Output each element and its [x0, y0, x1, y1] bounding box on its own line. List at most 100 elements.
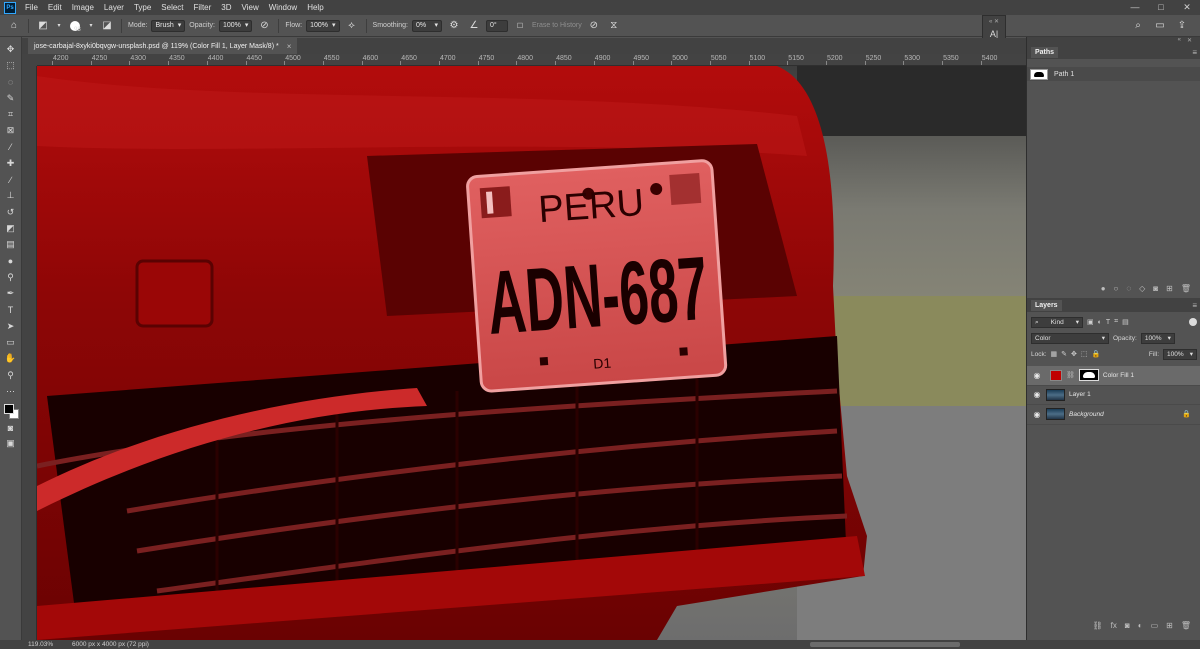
history-brush-tool-icon[interactable]: ↺	[2, 204, 20, 220]
lock-transparent-icon[interactable]: ▦	[1051, 350, 1058, 358]
symmetry-icon[interactable]: ⧖	[606, 18, 622, 34]
healing-brush-tool-icon[interactable]: ✚	[2, 155, 20, 171]
chevron-down-icon[interactable]: ▾	[55, 18, 63, 34]
erase-history-checkbox[interactable]: ☐	[512, 18, 528, 34]
tab-paths[interactable]: Paths	[1031, 46, 1059, 58]
flow-field[interactable]: 100% ▾	[306, 19, 340, 32]
eye-icon[interactable]: ◉	[1032, 410, 1042, 419]
panel-menu-icon[interactable]: ≡	[1192, 48, 1197, 57]
gear-icon[interactable]: ⚙	[446, 18, 462, 34]
crop-tool-icon[interactable]: ⌗	[2, 106, 20, 122]
mode-select[interactable]: Brush ▾	[151, 19, 186, 32]
lock-artboard-icon[interactable]: ⬚	[1081, 350, 1088, 358]
load-selection-icon[interactable]: ◌	[1126, 284, 1131, 293]
screen-mode-icon[interactable]: ▣	[2, 436, 20, 452]
document-canvas[interactable]: PERU ADN-687 D1	[37, 66, 1026, 640]
eraser-tool-icon[interactable]: ◩	[35, 18, 51, 34]
move-tool-icon[interactable]: ✥	[2, 41, 20, 57]
eraser-tool-icon[interactable]: ◩	[2, 220, 20, 236]
adjustment-filter-icon[interactable]: ◐	[1098, 319, 1102, 326]
delete-path-icon[interactable]: 🗑	[1181, 284, 1191, 293]
zoom-level[interactable]: 119.03%	[28, 641, 53, 648]
filter-toggle[interactable]	[1189, 318, 1197, 326]
menu-image[interactable]: Image	[67, 0, 99, 15]
pen-tool-icon[interactable]: ✒	[2, 285, 20, 301]
clone-stamp-tool-icon[interactable]: ⊥	[2, 188, 20, 204]
photoshop-logo-icon[interactable]: Ps	[4, 1, 16, 14]
layer-row-color-fill[interactable]: ◉ ⛓ Color Fill 1	[1027, 366, 1200, 386]
blend-mode-select[interactable]: Color ▾	[1031, 332, 1109, 344]
dodge-tool-icon[interactable]: ⚲	[2, 269, 20, 285]
pressure-opacity-icon[interactable]: ⊘	[256, 18, 272, 34]
airbrush-icon[interactable]: ⟡	[344, 18, 360, 34]
frame-tool-icon[interactable]: ⊠	[2, 122, 20, 138]
layer-name[interactable]: Background	[1069, 411, 1104, 418]
fill-thumbnail[interactable]	[1050, 369, 1062, 381]
foreground-color-swatch[interactable]	[3, 403, 14, 414]
horizontal-ruler[interactable]: 4200 4250 4300 4350 4400 4450 4500 4550 4600 4650…	[37, 54, 1026, 66]
add-mask-icon[interactable]: ◙	[1153, 284, 1158, 293]
lasso-tool-icon[interactable]: ◌	[2, 74, 20, 90]
blur-tool-icon[interactable]: ●	[2, 253, 20, 269]
layer-row-background[interactable]: ◉ Background 🔒	[1027, 405, 1200, 425]
eye-icon[interactable]: ◉	[1032, 371, 1042, 380]
workspace-icon[interactable]: ▭	[1152, 18, 1168, 34]
marquee-tool-icon[interactable]: ⬚	[2, 57, 20, 73]
delete-layer-icon[interactable]: 🗑	[1181, 621, 1191, 630]
stroke-path-icon[interactable]: ○	[1114, 284, 1119, 293]
menu-type[interactable]: Type	[129, 0, 156, 15]
quick-mask-icon[interactable]: ◙	[2, 420, 20, 436]
eye-icon[interactable]: ◉	[1032, 390, 1042, 399]
adjustment-layer-icon[interactable]: ◐	[1138, 621, 1143, 630]
share-icon[interactable]: ⇪	[1174, 18, 1190, 34]
brush-settings-icon[interactable]: ◪	[99, 18, 115, 34]
maximize-button[interactable]: □	[1148, 0, 1174, 15]
menu-filter[interactable]: Filter	[189, 0, 217, 15]
smoothing-field[interactable]: 0% ▾	[411, 19, 442, 32]
rectangle-tool-icon[interactable]: ▭	[2, 334, 20, 350]
opacity-field[interactable]: 100% ▾	[218, 19, 253, 32]
search-icon[interactable]: ⌕	[1130, 18, 1146, 34]
shape-filter-icon[interactable]: ⌗	[1114, 318, 1118, 326]
panel-menu-icon[interactable]: ≡	[1192, 301, 1197, 310]
close-tab-icon[interactable]: ×	[287, 42, 292, 51]
home-icon[interactable]: ⌂	[6, 18, 22, 34]
link-icon[interactable]: ⛓	[1066, 371, 1075, 379]
mask-thumbnail[interactable]	[1078, 369, 1099, 382]
hand-tool-icon[interactable]: ✋	[2, 351, 20, 367]
link-layers-icon[interactable]: ⛓	[1093, 621, 1103, 630]
chevron-down-icon[interactable]: ▾	[87, 18, 95, 34]
make-work-path-icon[interactable]: ◇	[1139, 284, 1145, 293]
layer-row-layer1[interactable]: ◉ Layer 1	[1027, 386, 1200, 405]
layer-opacity-field[interactable]: 100% ▾	[1140, 332, 1175, 344]
tab-layers[interactable]: Layers	[1031, 299, 1062, 311]
fx-icon[interactable]: fx	[1111, 621, 1117, 630]
document-tab[interactable]: jose-carbajal-8xyki0bqvgw-unsplash.psd @…	[28, 38, 298, 54]
smart-filter-icon[interactable]: ▤	[1122, 318, 1129, 326]
path-item[interactable]: Path 1	[1027, 67, 1200, 81]
menu-file[interactable]: File	[20, 0, 43, 15]
new-layer-icon[interactable]: ⊞	[1166, 621, 1173, 630]
menu-layer[interactable]: Layer	[99, 0, 129, 15]
vertical-ruler[interactable]	[22, 66, 37, 640]
lock-all-icon[interactable]: 🔒	[1092, 350, 1101, 358]
path-selection-tool-icon[interactable]: ➤	[2, 318, 20, 334]
ruler-origin[interactable]	[22, 54, 37, 66]
collapse-icon[interactable]: «	[1178, 37, 1181, 45]
layer-name[interactable]: Layer 1	[1069, 391, 1091, 398]
angle-field[interactable]: 0°	[485, 19, 508, 32]
color-swatches[interactable]	[2, 402, 20, 420]
add-mask-icon[interactable]: ◙	[1125, 621, 1130, 630]
close-icon[interactable]: ✕	[1187, 37, 1192, 45]
type-filter-icon[interactable]: T	[1106, 319, 1110, 326]
menu-view[interactable]: View	[237, 0, 264, 15]
horizontal-scroll-thumb[interactable]	[810, 642, 960, 647]
layer-name[interactable]: Color Fill 1	[1103, 372, 1134, 379]
more-tools-icon[interactable]: ⋯	[2, 383, 20, 399]
fill-field[interactable]: 100% ▾	[1163, 348, 1197, 360]
layer-thumbnail[interactable]	[1046, 408, 1065, 421]
type-tool-icon[interactable]: T	[2, 302, 20, 318]
eyedropper-tool-icon[interactable]: ⁄	[2, 139, 20, 155]
lock-image-icon[interactable]: ✎	[1061, 350, 1067, 358]
quick-select-tool-icon[interactable]: ✎	[2, 90, 20, 106]
